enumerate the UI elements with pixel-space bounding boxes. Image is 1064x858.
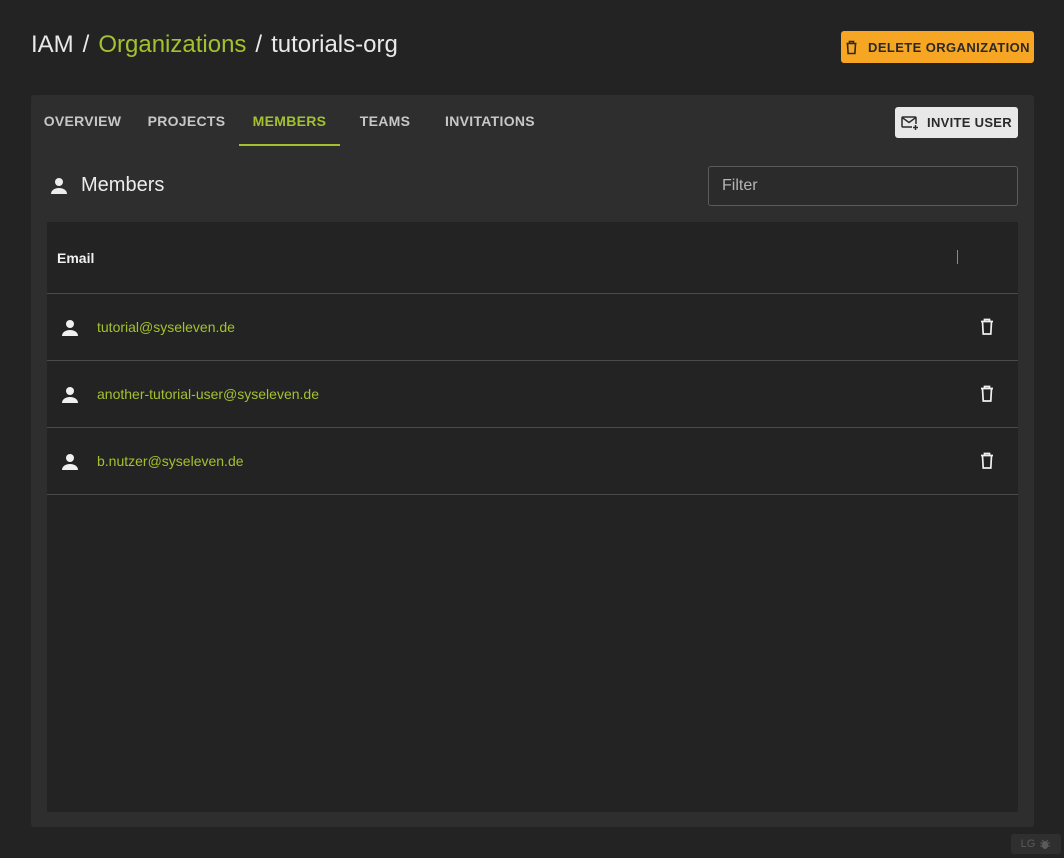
tab-projects-label: PROJECTS (147, 112, 226, 129)
tab-projects[interactable]: PROJECTS (134, 95, 239, 146)
tab-invitations-label: INVITATIONS (445, 112, 535, 129)
tab-overview[interactable]: OVERVIEW (31, 95, 134, 146)
trash-icon (846, 40, 857, 54)
mail-add-icon (901, 115, 920, 131)
breadcrumb-current: tutorials-org (271, 31, 398, 58)
tab-overview-label: OVERVIEW (43, 112, 122, 129)
member-email-link[interactable]: another-tutorial-user@syseleven.de (97, 386, 319, 402)
members-card: OVERVIEW PROJECTS MEMBERS TEAMS INVITATI… (31, 95, 1034, 827)
invite-user-button[interactable]: INVITE USER (895, 107, 1018, 138)
invite-user-label: INVITE USER (927, 115, 1012, 130)
breadcrumb-separator: / (255, 31, 263, 58)
column-resize-handle[interactable] (957, 250, 958, 264)
tab-teams[interactable]: TEAMS (340, 95, 430, 146)
table-header: Email (47, 222, 1018, 294)
tab-bar: OVERVIEW PROJECTS MEMBERS TEAMS INVITATI… (31, 95, 550, 146)
tab-members[interactable]: MEMBERS (239, 95, 340, 146)
delete-organization-button[interactable]: DELETE ORGANIZATION (841, 31, 1034, 63)
tab-teams-label: TEAMS (359, 112, 411, 129)
trash-icon[interactable] (980, 452, 994, 469)
delete-organization-label: DELETE ORGANIZATION (868, 39, 1030, 55)
member-email-link[interactable]: b.nutzer@syseleven.de (97, 453, 244, 469)
tab-invitations[interactable]: INVITATIONS (430, 95, 550, 146)
person-icon (62, 454, 78, 470)
breadcrumb: IAM / Organizations / tutorials-org (31, 31, 398, 59)
table-row: another-tutorial-user@syseleven.de (47, 361, 1018, 428)
filter-input[interactable] (708, 166, 1018, 206)
breadcrumb-iam: IAM (31, 31, 74, 58)
trash-icon[interactable] (980, 385, 994, 402)
person-icon (62, 320, 78, 336)
table-row: b.nutzer@syseleven.de (47, 428, 1018, 495)
person-icon (51, 177, 67, 194)
person-icon (62, 387, 78, 403)
column-header-email[interactable]: Email (47, 250, 94, 266)
debug-badge-label: LG (1020, 838, 1036, 850)
members-table: Email tutorial@syseleven.de another-tuto… (47, 222, 1018, 812)
section-title-text: Members (81, 174, 165, 196)
tab-members-label: MEMBERS (252, 112, 327, 129)
section-title: Members (49, 174, 164, 197)
debug-badge[interactable]: LG (1011, 834, 1061, 854)
table-row: tutorial@syseleven.de (47, 294, 1018, 361)
member-email-link[interactable]: tutorial@syseleven.de (97, 319, 235, 335)
breadcrumb-separator: / (82, 31, 90, 58)
breadcrumb-organizations-link[interactable]: Organizations (98, 31, 246, 59)
trash-icon[interactable] (980, 318, 994, 335)
bug-icon (1040, 839, 1051, 849)
page: IAM / Organizations / tutorials-org DELE… (0, 0, 1064, 858)
